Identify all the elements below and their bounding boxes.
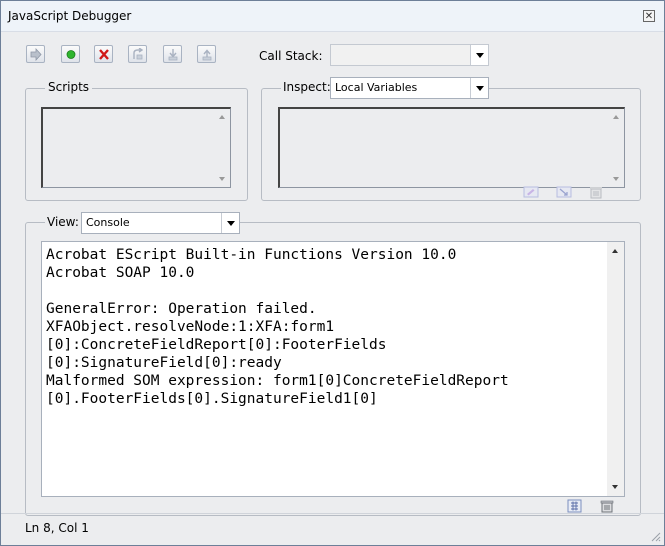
quit-button[interactable] <box>94 45 113 63</box>
inspect-list[interactable] <box>278 107 625 188</box>
call-stack-label: Call Stack: <box>259 49 323 63</box>
step-out-icon <box>202 49 212 61</box>
resize-grip-icon[interactable] <box>651 532 661 542</box>
chevron-down-icon[interactable] <box>470 78 488 98</box>
inspect-selected: Local Variables <box>335 81 418 94</box>
inspect-label: Inspect: <box>281 80 333 94</box>
scripts-scrollbar[interactable] <box>215 109 230 187</box>
call-stack-dropdown[interactable] <box>330 44 489 66</box>
edit-variable-icon[interactable] <box>523 185 539 199</box>
resume-arrow-icon <box>30 48 42 61</box>
resume-button[interactable] <box>26 45 45 63</box>
interrupt-button[interactable] <box>61 45 80 63</box>
debugger-window: JavaScript Debugger ✕ Call Stack: Script… <box>0 0 665 546</box>
scripts-list[interactable] <box>41 107 231 188</box>
step-out-button[interactable] <box>197 45 216 63</box>
step-over-button[interactable] <box>128 45 147 63</box>
step-into-button[interactable] <box>163 45 182 63</box>
scroll-down-icon[interactable] <box>613 177 619 181</box>
step-over-icon <box>133 48 144 60</box>
scripts-title: Scripts <box>45 80 93 94</box>
delete-variable-icon[interactable] <box>588 185 604 199</box>
scroll-down-icon[interactable] <box>612 485 618 489</box>
view-label: View: <box>45 215 81 229</box>
scroll-up-icon[interactable] <box>219 115 225 119</box>
console-scrollbar[interactable] <box>607 242 624 496</box>
expand-variable-icon[interactable] <box>556 185 572 199</box>
chevron-down-icon[interactable] <box>470 45 488 65</box>
console-textarea[interactable]: Acrobat EScript Built-in Functions Versi… <box>41 241 625 497</box>
title-bar: JavaScript Debugger ✕ <box>1 1 664 32</box>
view-selected: Console <box>86 216 130 229</box>
trash-icon[interactable] <box>599 499 615 513</box>
red-x-icon <box>99 49 109 60</box>
window-title: JavaScript Debugger <box>8 9 132 23</box>
chevron-down-icon[interactable] <box>221 213 239 233</box>
clear-console-icon[interactable] <box>567 499 583 513</box>
scroll-down-icon[interactable] <box>219 177 225 181</box>
green-dot-icon <box>66 50 76 59</box>
console-text[interactable]: Acrobat EScript Built-in Functions Versi… <box>46 246 509 408</box>
step-into-icon <box>168 49 178 61</box>
scroll-up-icon[interactable] <box>612 249 618 253</box>
view-dropdown[interactable]: Console <box>81 212 240 234</box>
close-button[interactable]: ✕ <box>643 10 655 22</box>
status-text: Ln 8, Col 1 <box>25 521 89 535</box>
status-divider <box>1 513 664 514</box>
inspect-scrollbar[interactable] <box>609 109 624 187</box>
scroll-up-icon[interactable] <box>613 115 619 119</box>
inspect-dropdown[interactable]: Local Variables <box>330 77 489 99</box>
